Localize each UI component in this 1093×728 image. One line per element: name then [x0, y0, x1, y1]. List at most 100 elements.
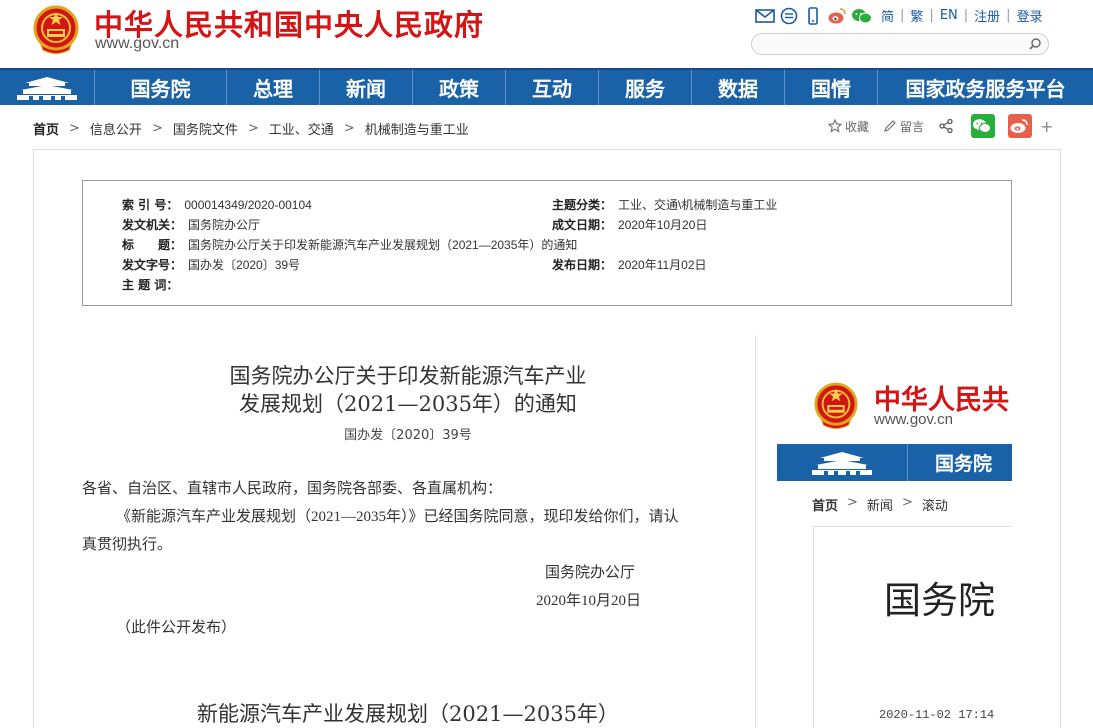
article-title-line1: 国务院办公厅关于印发新能源汽车产业 — [229, 364, 587, 388]
share-bar: 收藏 留言 + — [828, 114, 1053, 138]
search-input[interactable] — [752, 35, 1022, 55]
nav-item-interaction[interactable]: 互动 — [506, 70, 599, 105]
meta-published-value: 2020年11月02日 — [618, 258, 707, 272]
site-header: 中华人民共和国中央人民政府 www.gov.cn 简 | 繁 | EN | 注册… — [0, 0, 1093, 68]
wechat-icon[interactable] — [851, 7, 873, 25]
weibo-icon[interactable] — [827, 7, 847, 25]
article-date: 2020年10月20日 — [536, 593, 642, 609]
article-note: （此件公开发布） — [116, 620, 237, 636]
meta-category-value: 工业、交通\机械制造与重工业 — [618, 198, 778, 212]
share-button[interactable] — [938, 118, 957, 134]
nav-item-policy[interactable]: 政策 — [413, 70, 506, 105]
meta-title-value: 国务院办公厅关于印发新能源汽车产业发展规划（2021—2035年）的通知 — [188, 238, 578, 252]
separator: | — [900, 8, 905, 23]
favorite-label: 收藏 — [845, 119, 870, 134]
breadcrumb: 首页 > 信息公开 > 国务院文件 > 工业、交通 > 机械制造与重工业 — [33, 119, 469, 138]
nav-item-service[interactable]: 服务 — [599, 70, 692, 105]
breadcrumb-info-public[interactable]: 信息公开 — [90, 119, 142, 138]
comment-label: 留言 — [900, 119, 925, 134]
article-recipients: 各省、自治区、直辖市人民政府，国务院各部委、各直属机构： — [82, 481, 503, 497]
nav-home-button[interactable] — [0, 70, 95, 105]
document-metadata-table: 索 引 号： 000014349/2020-00104 主题分类： 工业、交通\机械… — [82, 180, 1012, 306]
meta-title-label: 标 题： — [122, 238, 183, 252]
chevron-right-icon: > — [847, 495, 858, 510]
column-divider — [755, 335, 756, 728]
meta-index-label: 索 引 号： — [122, 198, 179, 212]
main-nav: 国务院 总理 新闻 政策 互动 服务 数据 国情 国家政务服务平台 — [0, 68, 1093, 105]
breadcrumb-machinery[interactable]: 机械制造与重工业 — [365, 119, 469, 138]
breadcrumb-home[interactable]: 首页 — [33, 119, 59, 138]
meta-issuer-row: 发文机关： 国务院办公厅 — [122, 216, 260, 233]
nav-item-news[interactable]: 新闻 — [320, 70, 413, 105]
link-simplified[interactable]: 简 — [881, 6, 894, 25]
weibo-icon — [1010, 119, 1028, 133]
article-signature: 国务院办公厅 — [545, 565, 636, 581]
share-weibo-button[interactable] — [1008, 114, 1033, 138]
share-wechat-button[interactable] — [971, 114, 996, 138]
preview-nav-home — [777, 444, 908, 481]
tiananmen-gate-icon — [812, 451, 872, 475]
meta-index-value: 000014349/2020-00104 — [184, 198, 312, 212]
preview-nav-item: 国务院 — [935, 453, 993, 475]
breadcrumb-state-council-docs[interactable]: 国务院文件 — [173, 119, 238, 138]
article-doc-number: 国办发〔2020〕39号 — [344, 428, 472, 443]
meta-issuer-label: 发文机关： — [122, 218, 183, 232]
meta-index-row: 索 引 号： 000014349/2020-00104 — [122, 196, 312, 213]
chevron-right-icon: > — [901, 495, 913, 510]
nav-item-premier[interactable]: 总理 — [227, 70, 320, 105]
meta-title-row: 标 题： 国务院办公厅关于印发新能源汽车产业发展规划（2021—2035年）的通知 — [122, 236, 577, 253]
preview-nav: 国务院 — [777, 444, 1012, 481]
article-body-line1: 《新能源汽车产业发展规划（2021—2035年）》已经国务院同意，现印发给你们，… — [116, 509, 679, 525]
wechat-icon — [972, 119, 991, 133]
nav-item-state-council[interactable]: 国务院 — [95, 70, 227, 105]
meta-category-label: 主题分类： — [552, 198, 613, 212]
separator: | — [1006, 8, 1011, 23]
nav-item-data[interactable]: 数据 — [692, 70, 785, 105]
link-register[interactable]: 注册 — [974, 6, 1000, 25]
preview-site-url: www.gov.cn — [874, 411, 953, 428]
preview-crumb-home: 首页 — [812, 499, 839, 514]
mail-icon[interactable] — [755, 7, 775, 25]
separator: | — [963, 8, 969, 23]
share-icon — [939, 118, 953, 134]
national-emblem-icon[interactable] — [33, 5, 79, 55]
meta-created-row: 成文日期： 2020年10月20日 — [552, 216, 707, 233]
preview-headline: 国务院 — [884, 579, 995, 622]
chevron-right-icon: > — [247, 121, 259, 136]
search-icon[interactable] — [1028, 37, 1042, 51]
link-english[interactable]: EN — [940, 8, 958, 23]
star-icon — [828, 119, 842, 133]
breadcrumb-industry-transport[interactable]: 工业、交通 — [269, 119, 334, 138]
meta-keywords-label: 主 题 词： — [122, 278, 179, 292]
mobile-icon[interactable] — [803, 6, 823, 25]
nav-item-gov-service-platform[interactable]: 国家政务服务平台 — [878, 70, 1093, 105]
link-login[interactable]: 登录 — [1017, 6, 1043, 25]
meta-docno-label: 发文字号： — [122, 258, 183, 272]
article-title: 国务院办公厅关于印发新能源汽车产业 发展规划（2021—2035年）的通知 — [82, 362, 734, 418]
meta-created-value: 2020年10月20日 — [618, 218, 708, 232]
article-subtitle: 新能源汽车产业发展规划（2021—2035年） — [197, 702, 619, 726]
meta-docno-row: 发文字号： 国办发〔2020〕39号 — [122, 256, 300, 273]
meta-category-row: 主题分类： 工业、交通\机械制造与重工业 — [552, 196, 777, 213]
meta-keywords-row: 主 题 词： — [122, 276, 184, 293]
favorite-button[interactable]: 收藏 — [828, 118, 869, 135]
meta-published-row: 发布日期： 2020年11月02日 — [552, 256, 707, 273]
embedded-page-preview[interactable]: 中华人民共 www.gov.cn 国务院 首页 > 新闻 > 滚动 国务院 20… — [776, 370, 1012, 728]
chevron-right-icon: > — [343, 121, 355, 136]
message-icon[interactable] — [779, 7, 799, 25]
meta-published-label: 发布日期： — [552, 258, 613, 272]
nav-item-national[interactable]: 国情 — [785, 70, 878, 105]
chevron-right-icon: > — [151, 121, 163, 136]
link-traditional[interactable]: 繁 — [910, 6, 923, 25]
meta-issuer-value: 国务院办公厅 — [188, 218, 261, 232]
preview-breadcrumb: 首页 > 新闻 > 滚动 — [812, 495, 948, 514]
more-share-button[interactable]: + — [1040, 117, 1053, 136]
national-emblem-icon — [814, 382, 858, 429]
top-links: 简 | 繁 | EN | 注册 | 登录 — [755, 6, 1047, 25]
site-url: www.gov.cn — [95, 35, 180, 52]
comment-button[interactable]: 留言 — [883, 118, 924, 135]
separator: | — [929, 8, 934, 23]
preview-crumb-news: 新闻 — [866, 499, 893, 514]
preview-card — [813, 526, 1012, 728]
article-body-line2: 真贯彻执行。 — [82, 537, 173, 553]
